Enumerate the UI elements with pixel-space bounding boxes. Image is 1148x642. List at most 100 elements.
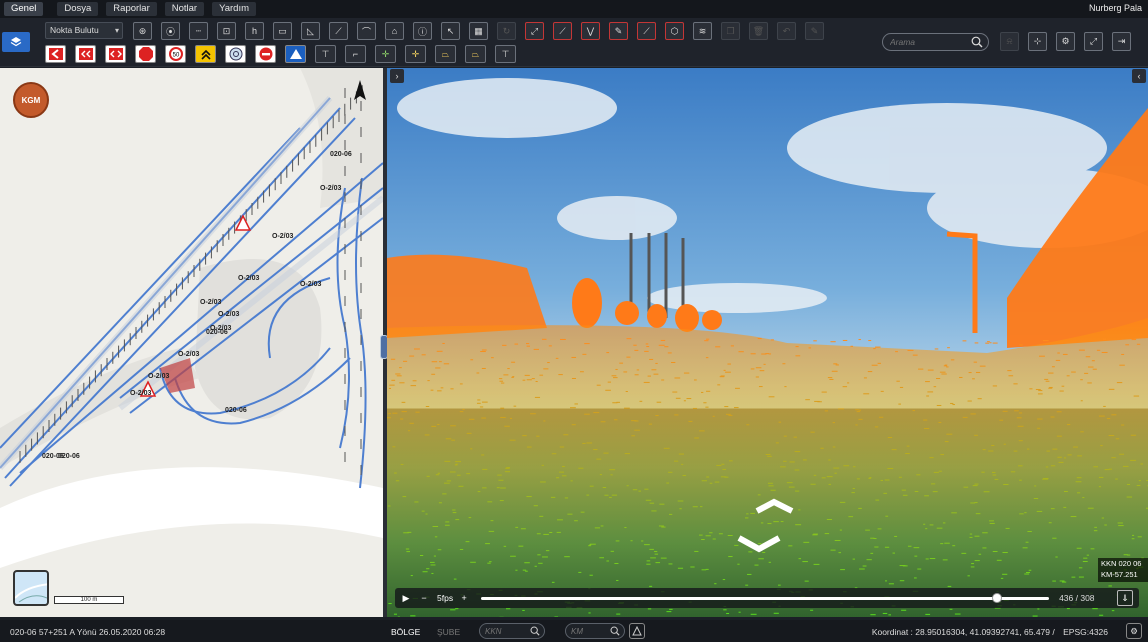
search-box[interactable] <box>882 33 989 51</box>
undo-icon[interactable]: ↶ <box>777 22 796 40</box>
user-name[interactable]: Nurberg Pala <box>1089 3 1142 13</box>
road-label: O-2/03 <box>148 373 170 380</box>
kkn-input[interactable] <box>485 627 530 636</box>
minimap[interactable] <box>13 570 49 606</box>
gantry-icon[interactable]: ⊤ <box>495 45 516 63</box>
rectangle-tool-icon[interactable]: ▭ <box>273 22 292 40</box>
lanes-icon[interactable]: ≋ <box>693 22 712 40</box>
tool-row-1: ⊛ ⦿ ┄ ⊡ h ▭ ◺ ⟋ ⌒ ⌂ ⓘ ↖ ▦ ↻ ⤢ ⟋ ⋁ ✎ ⟋ ⬡ … <box>133 22 824 40</box>
faster-button[interactable]: + <box>457 591 471 605</box>
junction-icon[interactable]: ✛ <box>375 45 396 63</box>
fullscreen-icon[interactable]: ⤢ <box>1084 32 1103 51</box>
collapse-icon[interactable]: ⊹ <box>1028 32 1047 51</box>
toolbar: Nokta Bulutu ▾ ⊛ ⦿ ┄ ⊡ h ▭ ◺ ⟋ ⌒ ⌂ ⓘ ↖ ▦… <box>0 18 1148 67</box>
point-cloud-tool-icon[interactable]: ⊛ <box>133 22 152 40</box>
road-label: O-2/03 <box>218 311 240 318</box>
menu-tab-raporlar[interactable]: Raporlar <box>106 2 157 16</box>
junction-diamond-icon[interactable]: ✛ <box>405 45 426 63</box>
layer-select-value: Nokta Bulutu <box>50 25 99 35</box>
sign-chevron-split-icon[interactable] <box>105 45 126 63</box>
layer-select[interactable]: Nokta Bulutu ▾ <box>45 22 123 39</box>
road-lane-icon[interactable]: ⏢ <box>435 45 456 63</box>
logout-icon[interactable]: ⇥ <box>1112 32 1131 51</box>
clearance-tool-icon[interactable]: ⌂ <box>385 22 404 40</box>
frame-slider-thumb[interactable] <box>992 592 1003 603</box>
slope-tool-icon[interactable]: ⟋ <box>329 22 348 40</box>
road-label: O-2/03 <box>238 275 260 282</box>
pole-l-icon[interactable]: ⌐ <box>345 45 366 63</box>
sign-chevron-left-icon[interactable] <box>45 45 66 63</box>
notification-icon[interactable]: ⍾ <box>1000 32 1019 51</box>
diagonal-tool-icon[interactable]: ⤢ <box>525 22 544 40</box>
map-canvas[interactable]: 020-06 O-2/03 O-2/03 O-2/03 O-2/03 O-2/03 020-… <box>0 68 383 617</box>
edit-icon[interactable]: ✎ <box>805 22 824 40</box>
play-icon[interactable]: ▶ <box>399 591 413 605</box>
menu-tab-yardim[interactable]: Yardım <box>212 2 256 16</box>
search-icon[interactable] <box>530 626 540 636</box>
polyline-tool-icon[interactable]: ⟋ <box>553 22 572 40</box>
kkn-search[interactable] <box>479 623 545 639</box>
copy-icon[interactable]: ❐ <box>721 22 740 40</box>
location-pin-icon[interactable]: ⦿ <box>161 22 180 40</box>
kgm-logo: KGM <box>13 82 49 118</box>
gear-icon[interactable]: ⚙ <box>1056 32 1075 51</box>
road-label: 020-06 <box>330 151 352 158</box>
refresh-icon[interactable]: ↻ <box>497 22 516 40</box>
info-icon[interactable]: ⓘ <box>413 22 432 40</box>
km-search[interactable] <box>565 623 625 639</box>
measure-line-icon[interactable]: ┄ <box>189 22 208 40</box>
road-label: O-2/03 <box>178 351 200 358</box>
road-label: 020-06 <box>206 329 228 336</box>
sign-yellow-chevron-icon[interactable] <box>195 45 216 63</box>
expand-left-icon[interactable]: ‹ <box>1132 69 1146 83</box>
pole-t-icon[interactable]: ⊤ <box>315 45 336 63</box>
road-sign-icon[interactable] <box>629 623 645 639</box>
sube-tab[interactable]: ŞUBE <box>437 627 460 637</box>
search-icon[interactable] <box>610 626 620 636</box>
sign-no-entry-icon[interactable] <box>255 45 276 63</box>
road-label: O-2/03 <box>320 185 342 192</box>
svg-text:50: 50 <box>172 53 179 59</box>
pointer-icon[interactable]: ↖ <box>441 22 460 40</box>
road-label: O-2/03 <box>272 233 294 240</box>
menu-tab-genel[interactable]: Genel <box>4 2 44 16</box>
bridge-icon[interactable]: ⏢ <box>465 45 486 63</box>
search-icon[interactable] <box>971 36 983 48</box>
search-input[interactable] <box>890 37 970 47</box>
table-icon[interactable]: ▦ <box>469 22 488 40</box>
status-bar: 020-06 57+251 A Yönü 26.05.2020 06:28 BÖ… <box>0 620 1148 642</box>
layers-button[interactable] <box>2 32 30 52</box>
kgm-logo-text: KGM <box>21 95 41 105</box>
slower-button[interactable]: − <box>417 591 431 605</box>
coordinate-readout: Koordinat : 28.95016304, 41.09392741, 65… <box>872 627 1108 637</box>
sign-speed-limit-icon[interactable]: 50 <box>165 45 186 63</box>
panorama-viewer[interactable]: KKN 020 06 KM-57.251 ▶ − 5fps + 436 / 30… <box>387 68 1148 617</box>
frame-counter: 436 / 308 <box>1059 593 1095 603</box>
line-edit-icon[interactable]: ⟋ <box>637 22 656 40</box>
download-icon[interactable]: ⇓ <box>1117 590 1133 606</box>
sign-stop-icon[interactable] <box>135 45 156 63</box>
vertex-tool-icon[interactable]: ⋁ <box>581 22 600 40</box>
sign-roundabout-icon[interactable] <box>225 45 246 63</box>
km-input[interactable] <box>571 627 609 636</box>
frame-slider[interactable] <box>481 592 1050 603</box>
road-label: O-2/03 <box>200 299 222 306</box>
settings-cog-icon[interactable]: ⚙ <box>1126 623 1142 639</box>
map-panel[interactable]: 020-06 O-2/03 O-2/03 O-2/03 O-2/03 O-2/03 020-… <box>0 68 383 617</box>
profile-tool-icon[interactable]: ⌒ <box>357 22 376 40</box>
delete-icon[interactable]: 🗑 <box>749 22 768 40</box>
pen-tool-icon[interactable]: ✎ <box>609 22 628 40</box>
point-cloud-canvas[interactable] <box>387 68 1148 617</box>
bolge-tab[interactable]: BÖLGE <box>391 627 420 637</box>
sign-pedestrian-icon[interactable] <box>285 45 306 63</box>
route-info: 020-06 57+251 A Yönü 26.05.2020 06:28 <box>10 627 166 637</box>
expand-right-icon[interactable]: › <box>390 69 404 83</box>
angle-tool-icon[interactable]: ◺ <box>301 22 320 40</box>
menu-tab-dosya[interactable]: Dosya <box>57 2 99 16</box>
menu-tab-notlar[interactable]: Notlar <box>164 2 205 16</box>
polygon-edit-icon[interactable]: ⬡ <box>665 22 684 40</box>
right-tools: ⍾ ⊹ ⚙ ⤢ ⇥ <box>1000 32 1131 51</box>
area-tool-icon[interactable]: ⊡ <box>217 22 236 40</box>
height-tool-icon[interactable]: h <box>245 22 264 40</box>
sign-double-chevron-icon[interactable] <box>75 45 96 63</box>
